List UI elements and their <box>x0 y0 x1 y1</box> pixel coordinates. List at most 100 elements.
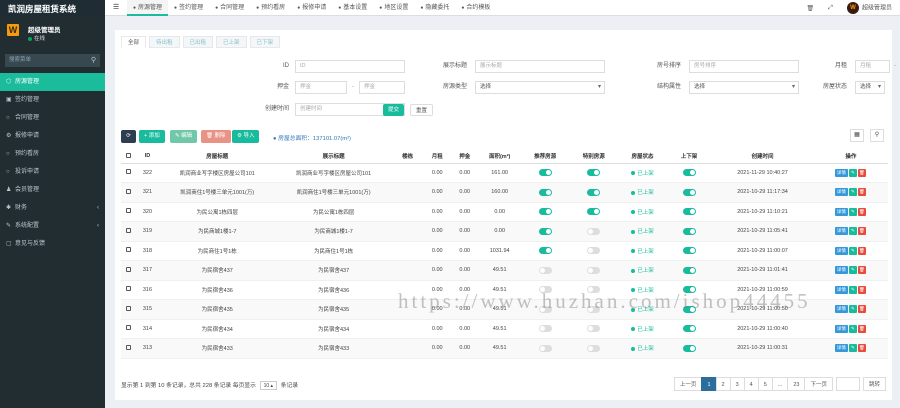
recommend-toggle[interactable] <box>538 247 552 255</box>
table-row[interactable]: 321 凯润商住1号楼三单元1001(万) 凯润商住1号楼三单元1001(万) 0.0… <box>121 182 888 203</box>
import-button[interactable]: ⚙ 导入 <box>232 130 260 143</box>
recommend-toggle[interactable] <box>538 208 552 216</box>
status-select[interactable]: 选择 <box>855 81 885 94</box>
page-button[interactable]: 3 <box>729 377 745 391</box>
row-checkbox[interactable] <box>121 260 136 281</box>
prev-page-button[interactable]: 上一页 <box>673 377 703 391</box>
search-icon[interactable]: ⚲ <box>91 54 96 67</box>
special-toggle[interactable] <box>587 266 601 274</box>
shelf-toggle[interactable] <box>682 305 696 313</box>
detail-button[interactable]: 详情 <box>834 285 848 294</box>
special-toggle[interactable] <box>587 227 601 235</box>
trash-icon[interactable]: 🗑 <box>807 5 815 12</box>
shelf-toggle[interactable] <box>682 227 696 235</box>
id-input[interactable]: ID <box>295 60 405 73</box>
sidebar-item-3[interactable]: ⚙ 报修申请 <box>0 127 105 145</box>
top-tab-1[interactable]: ● 签约管理 <box>168 0 209 16</box>
special-toggle[interactable] <box>587 325 601 333</box>
filter-tab-4[interactable]: 已下架 <box>249 36 281 48</box>
special-toggle[interactable] <box>587 169 601 177</box>
shelf-toggle[interactable] <box>682 188 696 196</box>
table-search-icon[interactable]: ⚲ <box>870 129 884 142</box>
delete-row-icon[interactable]: 🗑 <box>857 168 866 177</box>
sidebar-item-2[interactable]: ○ 合同管理 <box>0 109 105 127</box>
table-row[interactable]: 315 为民宿舍435 为民宿舍435 0.00 0.00 49.51 已上架 2021-10… <box>121 299 888 320</box>
recommend-toggle[interactable] <box>538 169 552 177</box>
row-checkbox[interactable] <box>121 299 136 320</box>
edit-row-icon[interactable]: ✎ <box>848 246 857 255</box>
recommend-toggle[interactable] <box>538 266 552 274</box>
recommend-toggle[interactable] <box>538 305 552 313</box>
delete-row-icon[interactable]: 🗑 <box>857 285 866 294</box>
detail-button[interactable]: 详情 <box>834 266 848 275</box>
special-toggle[interactable] <box>587 344 601 352</box>
sidebar-item-5[interactable]: ○ 投诉申请 <box>0 163 105 181</box>
delete-row-icon[interactable]: 🗑 <box>857 305 866 314</box>
delete-row-icon[interactable]: 🗑 <box>857 188 866 197</box>
top-tab-2[interactable]: ● 合同管理 <box>209 0 250 16</box>
sidebar-item-7[interactable]: ✱ 财务 ‹ <box>0 199 105 217</box>
columns-toggle-icon[interactable]: ▦ <box>850 129 864 142</box>
delete-row-icon[interactable]: 🗑 <box>857 324 866 333</box>
page-jump-button[interactable]: 跳转 <box>862 377 886 391</box>
deposit-min-input[interactable]: 押金 <box>295 81 347 94</box>
delete-row-icon[interactable]: 🗑 <box>857 246 866 255</box>
title-input[interactable]: 展示标题 <box>475 60 605 73</box>
edit-row-icon[interactable]: ✎ <box>848 168 857 177</box>
recommend-toggle[interactable] <box>538 286 552 294</box>
edit-row-icon[interactable]: ✎ <box>848 207 857 216</box>
top-tab-6[interactable]: ● 地区设置 <box>373 0 414 16</box>
filter-tab-0[interactable]: 全部 <box>121 36 147 48</box>
reset-button[interactable]: 重置 <box>410 104 434 116</box>
detail-button[interactable]: 详情 <box>834 305 848 314</box>
sidebar-item-9[interactable]: ▢ 意见与反馈 <box>0 235 105 253</box>
page-jump-input[interactable] <box>835 377 860 391</box>
table-row[interactable]: 322 凯润商业写字楼区房屋公司101 凯润商业写字楼区房屋公司101 0.00 0.0… <box>121 163 888 183</box>
special-toggle[interactable] <box>587 247 601 255</box>
admin-menu[interactable]: W 超级管理员 <box>846 2 892 14</box>
sidebar-search-input[interactable]: 搜索菜单 ⚲ <box>5 54 100 67</box>
top-tab-8[interactable]: ● 合约模板 <box>455 0 496 16</box>
shelf-toggle[interactable] <box>682 208 696 216</box>
page-button[interactable]: ... <box>771 377 789 391</box>
fullscreen-icon[interactable]: ⤢ <box>828 5 833 12</box>
table-row[interactable]: 316 为民宿舍436 为民宿舍436 0.00 0.00 49.51 已上架 2021-10… <box>121 280 888 300</box>
special-toggle[interactable] <box>587 208 601 216</box>
delete-row-icon[interactable]: 🗑 <box>857 344 866 353</box>
detail-button[interactable]: 详情 <box>834 246 848 255</box>
deposit-max-input[interactable]: 押金 <box>359 81 405 94</box>
top-tab-5[interactable]: ● 基本设置 <box>332 0 373 16</box>
sidebar-item-8[interactable]: ✎ 系统配置 ‹ <box>0 217 105 235</box>
top-tab-3[interactable]: ● 预约看房 <box>250 0 291 16</box>
delete-row-icon[interactable]: 🗑 <box>857 227 866 236</box>
delete-row-icon[interactable]: 🗑 <box>857 207 866 216</box>
table-row[interactable]: 314 为民宿舍434 为民宿舍434 0.00 0.00 49.51 已上架 2021-10… <box>121 319 888 339</box>
table-row[interactable]: 313 为民宿舍433 为民宿舍433 0.00 0.00 49.51 已上架 2021-10… <box>121 338 888 359</box>
refresh-button[interactable]: ⟳ <box>121 130 136 143</box>
recommend-toggle[interactable] <box>538 325 552 333</box>
row-checkbox[interactable] <box>121 163 136 183</box>
rent-min-input[interactable]: 月租 <box>855 60 890 73</box>
table-row[interactable]: 320 为民公寓1栋四层 为民公寓1栋四层 0.00 0.00 0.00 已上架 2021-1… <box>121 202 888 222</box>
edit-row-icon[interactable]: ✎ <box>848 305 857 314</box>
filter-tab-2[interactable]: 已出租 <box>182 36 214 48</box>
top-tab-4[interactable]: ● 报修申请 <box>291 0 332 16</box>
row-checkbox[interactable] <box>121 319 136 339</box>
row-checkbox[interactable] <box>121 338 136 359</box>
edit-row-icon[interactable]: ✎ <box>848 188 857 197</box>
sidebar-item-4[interactable]: ○ 预约看房 <box>0 145 105 163</box>
page-button[interactable]: 1 <box>701 377 717 391</box>
page-button[interactable]: 2 <box>715 377 731 391</box>
top-tab-7[interactable]: ● 隐藏委托 <box>414 0 455 16</box>
row-checkbox[interactable] <box>121 202 136 222</box>
top-tab-0[interactable]: ● 房源管理 <box>127 0 169 16</box>
row-checkbox[interactable] <box>121 280 136 300</box>
sidebar-item-0[interactable]: ⬡ 房源管理 <box>0 73 105 91</box>
shelf-toggle[interactable] <box>682 325 696 333</box>
page-button[interactable]: 5 <box>757 377 773 391</box>
special-toggle[interactable] <box>587 286 601 294</box>
detail-button[interactable]: 详情 <box>834 324 848 333</box>
row-checkbox[interactable] <box>121 221 136 242</box>
page-button[interactable]: 23 <box>787 377 806 391</box>
delete-row-icon[interactable]: 🗑 <box>857 266 866 275</box>
